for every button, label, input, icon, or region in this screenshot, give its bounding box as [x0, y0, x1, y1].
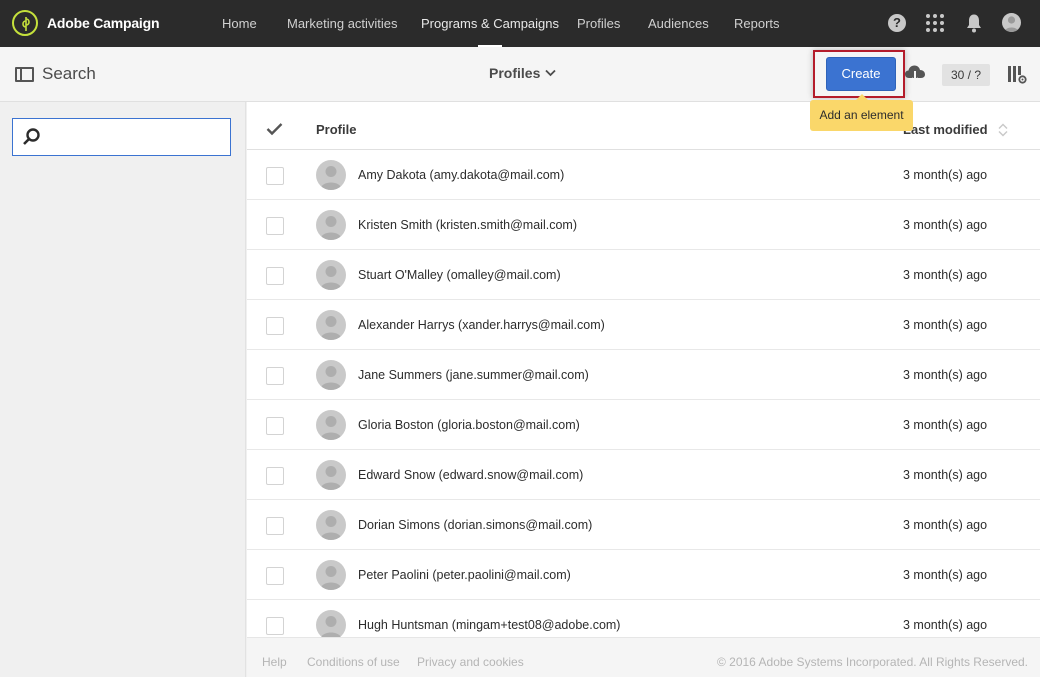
- row-checkbox[interactable]: [266, 317, 284, 335]
- profile-name-link[interactable]: Edward Snow (edward.snow@mail.com): [358, 468, 583, 482]
- select-all-checkmark-icon[interactable]: [266, 122, 283, 141]
- column-header-last-modified[interactable]: Last modified: [903, 122, 1008, 137]
- view-selector-label: Profiles: [489, 65, 541, 81]
- profile-avatar-icon: [316, 510, 346, 540]
- search-panel-toggle[interactable]: Search: [15, 64, 96, 84]
- table-row[interactable]: Gloria Boston (gloria.boston@mail.com) 3 …: [247, 400, 1040, 450]
- table-row[interactable]: Dorian Simons (dorian.simons@mail.com) 3 …: [247, 500, 1040, 550]
- last-modified-cell: 3 month(s) ago: [903, 518, 988, 532]
- row-checkbox[interactable]: [266, 367, 284, 385]
- table-row[interactable]: Amy Dakota (amy.dakota@mail.com) 3 month(…: [247, 150, 1040, 200]
- table-row[interactable]: Jane Summers (jane.summer@mail.com) 3 mon…: [247, 350, 1040, 400]
- search-side-panel: [0, 102, 246, 677]
- nav-item-reports[interactable]: Reports: [734, 0, 780, 47]
- nav-item-programs-campaigns[interactable]: Programs & Campaigns: [421, 0, 559, 47]
- create-button[interactable]: Create: [826, 57, 896, 91]
- adobe-campaign-logo-icon: [12, 10, 38, 36]
- nav-item-audiences[interactable]: Audiences: [648, 0, 709, 47]
- profile-name-link[interactable]: Kristen Smith (kristen.smith@mail.com): [358, 218, 577, 232]
- search-box: [12, 118, 231, 156]
- column-config-icon[interactable]: [1007, 65, 1027, 90]
- nav-item-profiles[interactable]: Profiles: [577, 0, 620, 47]
- column-header-last-modified-label: Last modified: [903, 122, 988, 137]
- row-checkbox[interactable]: [266, 217, 284, 235]
- view-selector-dropdown[interactable]: Profiles: [489, 65, 556, 81]
- panel-toggle-icon: [15, 66, 34, 82]
- profile-name-link[interactable]: Hugh Huntsman (mingam+test08@adobe.com): [358, 618, 620, 632]
- table-row[interactable]: Stuart O'Malley (omalley@mail.com) 3 mont…: [247, 250, 1040, 300]
- brand-home-link[interactable]: Adobe Campaign: [12, 10, 160, 36]
- create-tooltip: Add an element: [810, 94, 913, 131]
- last-modified-cell: 3 month(s) ago: [903, 618, 988, 632]
- profile-name-link[interactable]: Stuart O'Malley (omalley@mail.com): [358, 268, 561, 282]
- search-toggle-label: Search: [42, 64, 96, 83]
- table-row[interactable]: Hugh Huntsman (mingam+test08@adobe.com) 3…: [247, 600, 1040, 637]
- apps-grid-icon[interactable]: [926, 14, 944, 32]
- footer-privacy-link[interactable]: Privacy and cookies: [417, 655, 524, 669]
- profile-name-link[interactable]: Dorian Simons (dorian.simons@mail.com): [358, 518, 592, 532]
- column-header-profile[interactable]: Profile: [316, 122, 356, 137]
- table-body: Amy Dakota (amy.dakota@mail.com) 3 month(…: [247, 150, 1040, 637]
- profile-name-link[interactable]: Peter Paolini (peter.paolini@mail.com): [358, 568, 571, 582]
- last-modified-cell: 3 month(s) ago: [903, 368, 988, 382]
- profile-name-link[interactable]: Gloria Boston (gloria.boston@mail.com): [358, 418, 580, 432]
- last-modified-cell: 3 month(s) ago: [903, 318, 988, 332]
- last-modified-cell: 3 month(s) ago: [903, 268, 988, 282]
- action-bar: Search Profiles Create 30 / ?: [0, 47, 1040, 102]
- row-checkbox[interactable]: [266, 167, 284, 185]
- profile-avatar-icon: [316, 360, 346, 390]
- chevron-down-icon: [545, 69, 556, 77]
- footer-help-link[interactable]: Help: [262, 655, 287, 669]
- profile-avatar-icon: [316, 560, 346, 590]
- row-checkbox[interactable]: [266, 567, 284, 585]
- user-avatar-icon[interactable]: [1002, 13, 1021, 32]
- top-navigation-bar: Adobe Campaign Home Marketing activities…: [0, 0, 1040, 47]
- footer-copyright: © 2016 Adobe Systems Incorporated. All R…: [716, 655, 1028, 669]
- row-checkbox[interactable]: [266, 417, 284, 435]
- profile-avatar-icon: [316, 610, 346, 637]
- profile-avatar-icon: [316, 460, 346, 490]
- nav-item-marketing-activities[interactable]: Marketing activities: [287, 0, 398, 47]
- profile-avatar-icon: [316, 410, 346, 440]
- profiles-table: Profile Last modified Amy Dakota (amy.da…: [247, 102, 1040, 637]
- row-checkbox[interactable]: [266, 467, 284, 485]
- profile-name-link[interactable]: Alexander Harrys (xander.harrys@mail.com…: [358, 318, 605, 332]
- profile-avatar-icon: [316, 210, 346, 240]
- last-modified-cell: 3 month(s) ago: [903, 418, 988, 432]
- search-input[interactable]: [45, 119, 225, 155]
- cloud-download-icon[interactable]: [904, 64, 926, 89]
- help-icon[interactable]: ?: [888, 14, 906, 32]
- sort-icon: [998, 123, 1008, 136]
- profile-avatar-icon: [316, 310, 346, 340]
- table-row[interactable]: Alexander Harrys (xander.harrys@mail.com…: [247, 300, 1040, 350]
- footer: Help Conditions of use Privacy and cooki…: [247, 637, 1040, 677]
- row-checkbox[interactable]: [266, 267, 284, 285]
- table-row[interactable]: Peter Paolini (peter.paolini@mail.com) 3 …: [247, 550, 1040, 600]
- last-modified-cell: 3 month(s) ago: [903, 468, 988, 482]
- bell-icon[interactable]: [965, 13, 985, 33]
- profile-avatar-icon: [316, 260, 346, 290]
- row-checkbox[interactable]: [266, 517, 284, 535]
- table-header: Profile Last modified: [247, 102, 1040, 150]
- profile-name-link[interactable]: Amy Dakota (amy.dakota@mail.com): [358, 168, 564, 182]
- search-icon: [22, 127, 42, 152]
- table-row[interactable]: Edward Snow (edward.snow@mail.com) 3 mont…: [247, 450, 1040, 500]
- row-checkbox[interactable]: [266, 617, 284, 635]
- nav-item-home[interactable]: Home: [222, 0, 257, 47]
- profile-avatar-icon: [316, 160, 346, 190]
- brand-name: Adobe Campaign: [47, 15, 160, 31]
- table-row[interactable]: Kristen Smith (kristen.smith@mail.com) 3 …: [247, 200, 1040, 250]
- profile-name-link[interactable]: Jane Summers (jane.summer@mail.com): [358, 368, 589, 382]
- record-count-badge: 30 / ?: [942, 64, 990, 86]
- last-modified-cell: 3 month(s) ago: [903, 168, 988, 182]
- last-modified-cell: 3 month(s) ago: [903, 568, 988, 582]
- footer-conditions-link[interactable]: Conditions of use: [307, 655, 400, 669]
- last-modified-cell: 3 month(s) ago: [903, 218, 988, 232]
